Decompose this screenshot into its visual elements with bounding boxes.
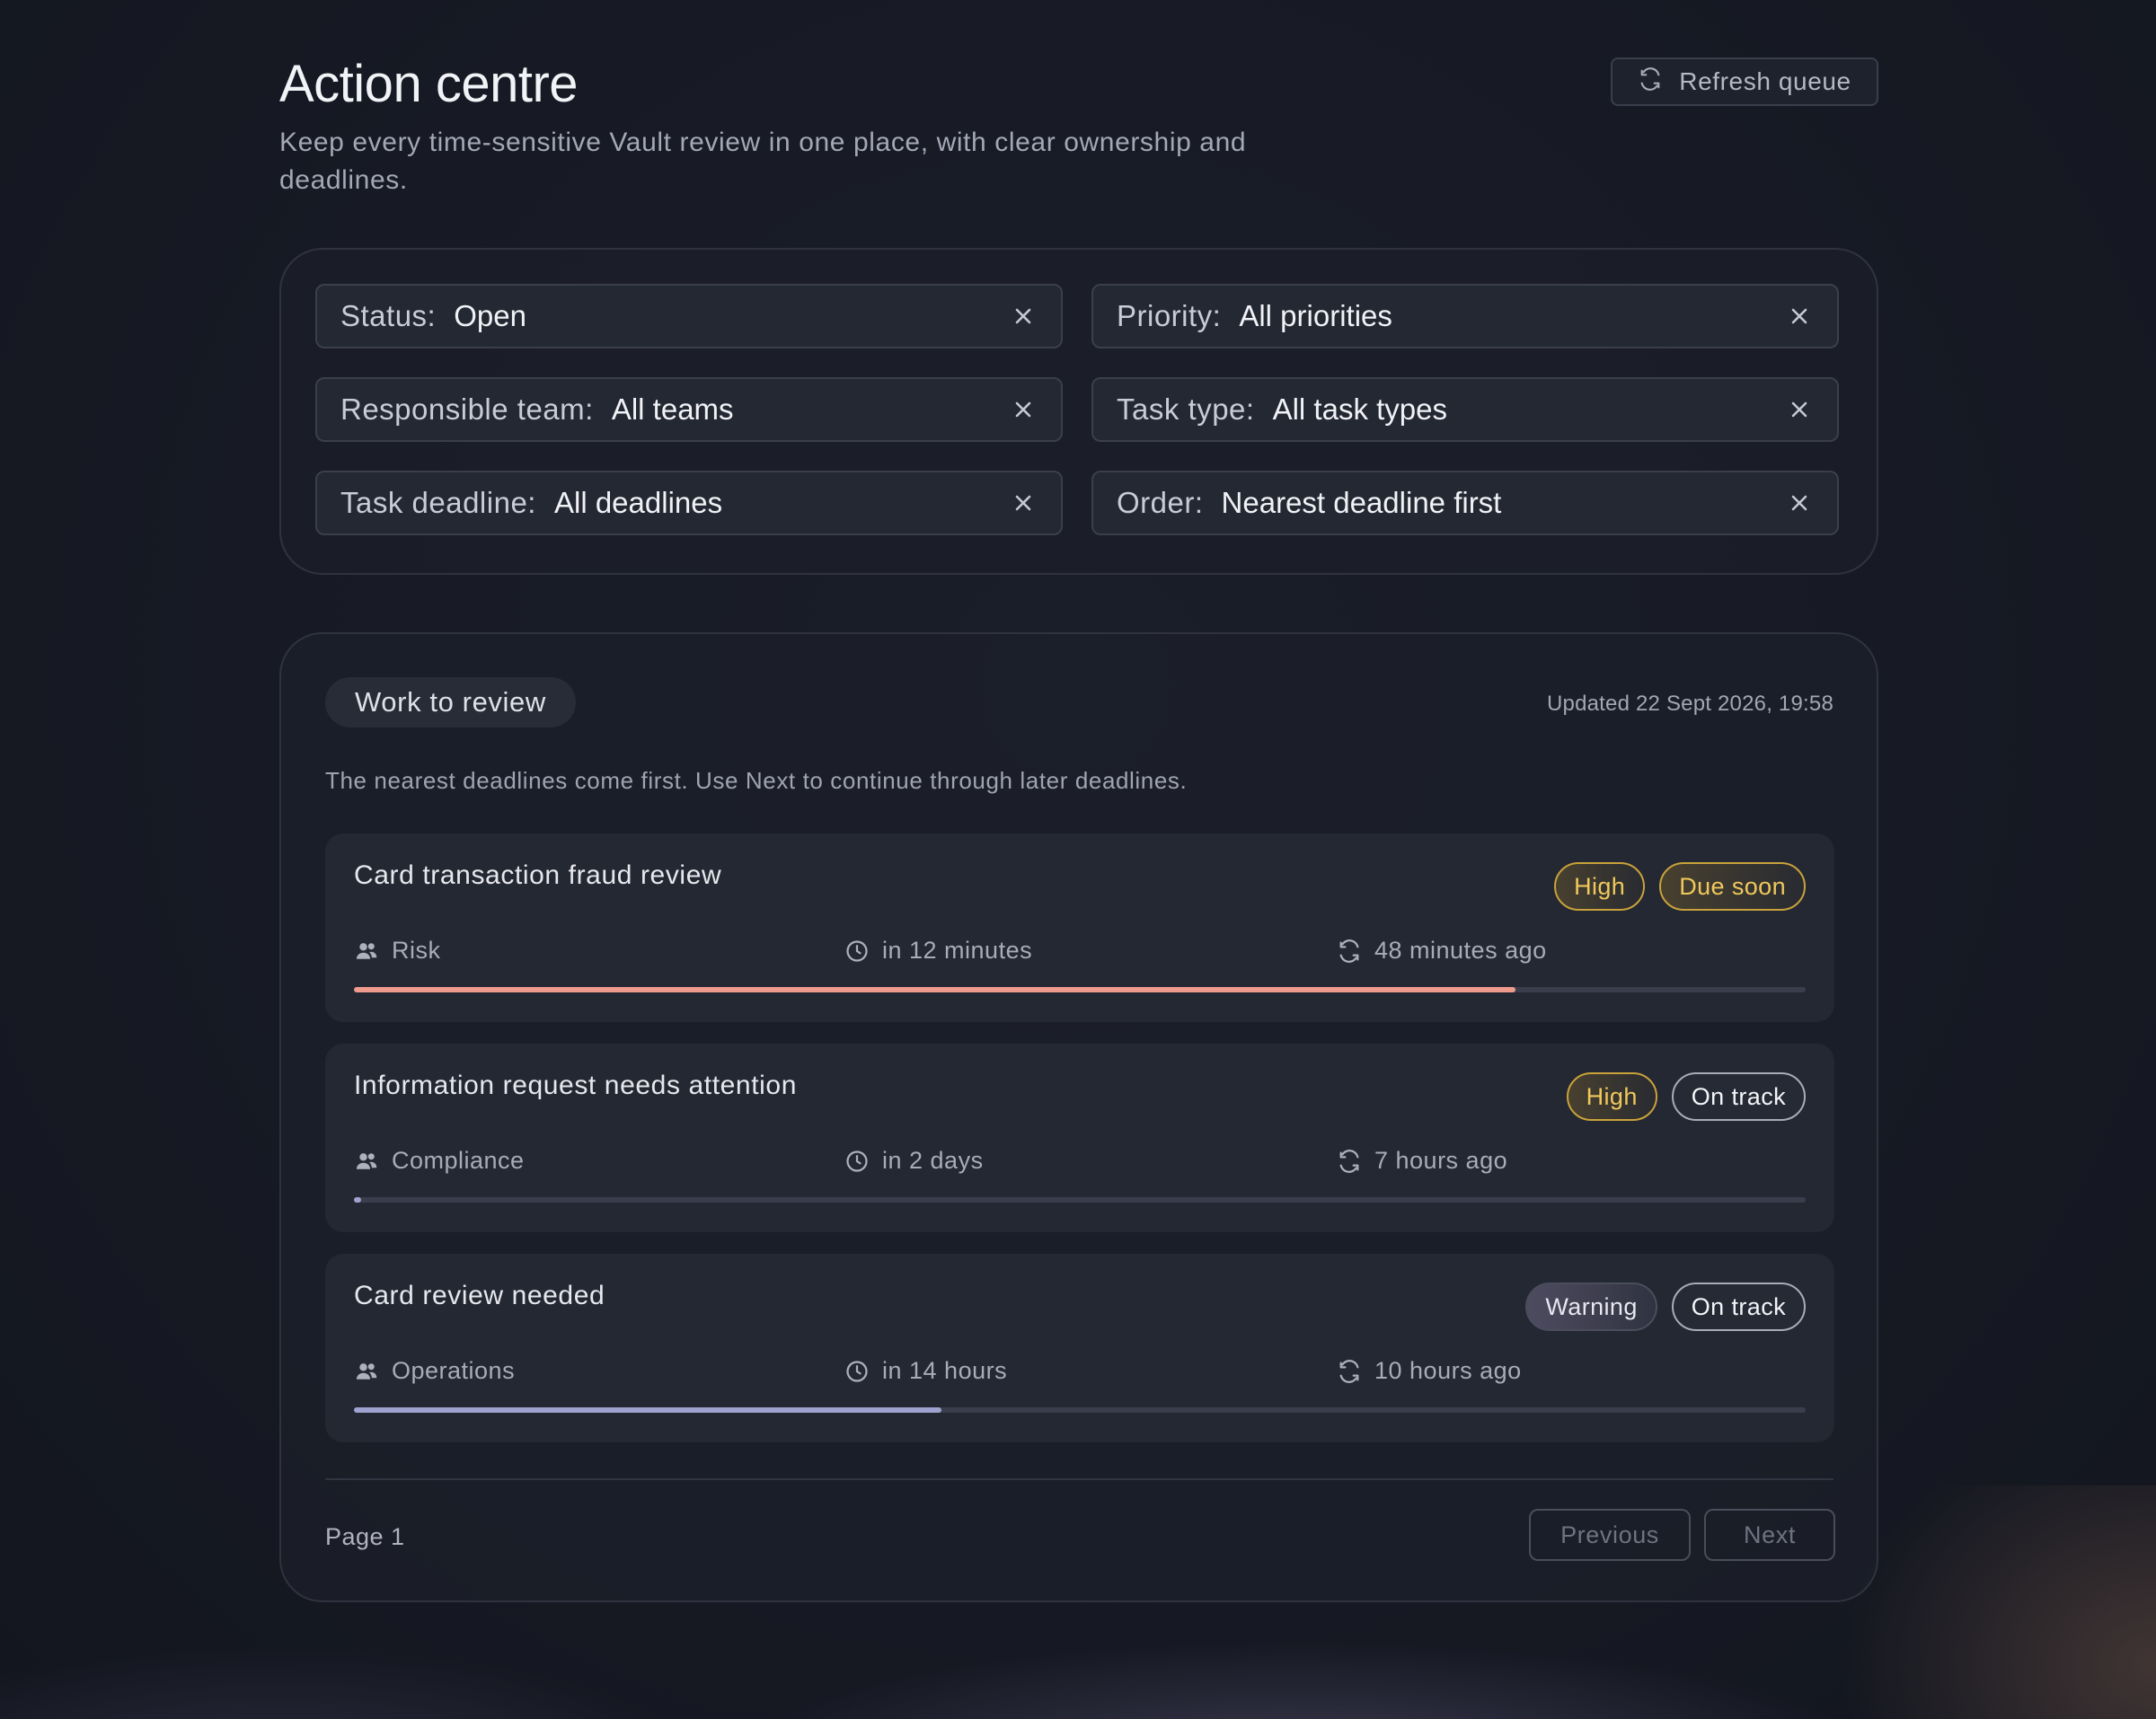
status-badge: On track — [1671, 1283, 1806, 1331]
task-team: Compliance — [354, 1147, 525, 1175]
priority-badge: Warning — [1525, 1283, 1657, 1331]
filter-value: All teams — [611, 392, 734, 426]
page-subtitle: Keep every time-sensitive Vault review i… — [279, 128, 1247, 195]
close-icon[interactable] — [1787, 490, 1812, 516]
task-team: Operations — [354, 1357, 515, 1385]
task-title: Card review needed — [354, 1281, 605, 1310]
deadline-progress-fill — [354, 1407, 942, 1413]
task-deadline: in 2 days — [844, 1147, 984, 1175]
priority-badge: High — [1554, 862, 1646, 911]
close-icon[interactable] — [1011, 490, 1036, 516]
pagination-divider — [325, 1478, 1833, 1482]
task-updated: 48 minutes ago — [1337, 937, 1547, 965]
refresh-queue-button[interactable]: Refresh queue — [1611, 57, 1878, 106]
status-badge: Due soon — [1659, 862, 1806, 911]
deadline-progress-fill — [354, 987, 1515, 992]
task-card[interactable]: Card transaction fraud review High Due s… — [325, 833, 1834, 1022]
task-badges: High Due soon — [1554, 862, 1806, 911]
last-updated: Updated 22 Sept 2026, 19:58 — [1547, 692, 1833, 716]
clock-icon — [844, 1149, 870, 1174]
deadline-text: in 2 days — [882, 1147, 984, 1174]
close-icon[interactable] — [1011, 304, 1036, 329]
refresh-icon — [1337, 1149, 1362, 1174]
page-header: Action centre Keep every time-sensitive … — [279, 0, 1878, 242]
users-icon — [354, 1149, 379, 1174]
filter-order[interactable]: Order: Nearest deadline first — [1091, 471, 1839, 535]
task-updated: 7 hours ago — [1337, 1147, 1507, 1175]
close-icon[interactable] — [1787, 397, 1812, 422]
task-team: Risk — [354, 937, 441, 965]
filter-label: Task deadline: — [340, 486, 536, 519]
team-name: Risk — [392, 937, 441, 964]
filter-value: All task types — [1272, 392, 1447, 426]
filter-label: Task type: — [1117, 392, 1255, 426]
users-icon — [354, 1359, 379, 1384]
deadline-progress-track — [354, 1407, 1806, 1413]
filter-task-type[interactable]: Task type: All task types — [1091, 377, 1839, 442]
deadline-progress-fill — [354, 1197, 362, 1203]
updated-text: 48 minutes ago — [1374, 937, 1547, 964]
refresh-icon — [1337, 1359, 1362, 1384]
panel-hint: The nearest deadlines come first. Use Ne… — [325, 767, 1188, 794]
filter-priority[interactable]: Priority: All priorities — [1091, 284, 1839, 348]
filter-label: Order: — [1117, 486, 1204, 519]
filter-label: Status: — [340, 299, 437, 332]
filter-label: Responsible team: — [340, 392, 594, 426]
status-badge: On track — [1671, 1072, 1806, 1121]
users-icon — [354, 939, 379, 964]
refresh-queue-label: Refresh queue — [1679, 67, 1851, 95]
task-title: Information request needs attention — [354, 1071, 797, 1100]
filter-task-deadline[interactable]: Task deadline: All deadlines — [315, 471, 1063, 535]
team-name: Compliance — [392, 1147, 525, 1174]
filter-status[interactable]: Status: Open — [315, 284, 1063, 348]
filter-panel: Status: Open Priority: All priorities Re… — [279, 248, 1878, 575]
work-to-review-panel: Work to review Updated 22 Sept 2026, 19:… — [279, 632, 1878, 1602]
task-badges: High On track — [1566, 1072, 1806, 1121]
task-updated: 10 hours ago — [1337, 1357, 1522, 1385]
team-name: Operations — [392, 1357, 516, 1384]
previous-button[interactable]: Previous — [1529, 1509, 1691, 1561]
filter-value: Nearest deadline first — [1221, 486, 1502, 519]
filter-value: All deadlines — [553, 486, 723, 519]
filter-value: All priorities — [1239, 299, 1392, 332]
filter-value: Open — [454, 299, 526, 332]
next-button[interactable]: Next — [1704, 1509, 1835, 1561]
deadline-text: in 12 minutes — [882, 937, 1033, 964]
deadline-progress-track — [354, 1197, 1806, 1203]
task-deadline: in 12 minutes — [844, 937, 1032, 965]
deadline-progress-track — [354, 987, 1806, 992]
refresh-icon — [1638, 66, 1663, 98]
filter-label: Priority: — [1117, 299, 1222, 332]
action-centre: Action centre Keep every time-sensitive … — [279, 0, 1878, 1602]
task-badges: Warning On track — [1525, 1283, 1806, 1331]
task-card[interactable]: Information request needs attention High… — [325, 1044, 1834, 1232]
priority-badge: High — [1566, 1072, 1657, 1121]
task-deadline: in 14 hours — [844, 1357, 1007, 1385]
clock-icon — [844, 939, 870, 964]
filter-responsible-team[interactable]: Responsible team: All teams — [315, 377, 1063, 442]
close-icon[interactable] — [1787, 304, 1812, 329]
section-label: Work to review — [325, 677, 576, 727]
page-indicator: Page 1 — [325, 1523, 405, 1550]
task-card[interactable]: Card review needed Warning On track Oper… — [325, 1254, 1834, 1442]
deadline-text: in 14 hours — [882, 1357, 1008, 1384]
close-icon[interactable] — [1011, 397, 1036, 422]
refresh-icon — [1337, 939, 1362, 964]
task-title: Card transaction fraud review — [354, 860, 722, 890]
updated-text: 10 hours ago — [1374, 1357, 1522, 1384]
updated-text: 7 hours ago — [1374, 1147, 1508, 1174]
clock-icon — [844, 1359, 870, 1384]
page-title: Action centre — [279, 55, 579, 113]
